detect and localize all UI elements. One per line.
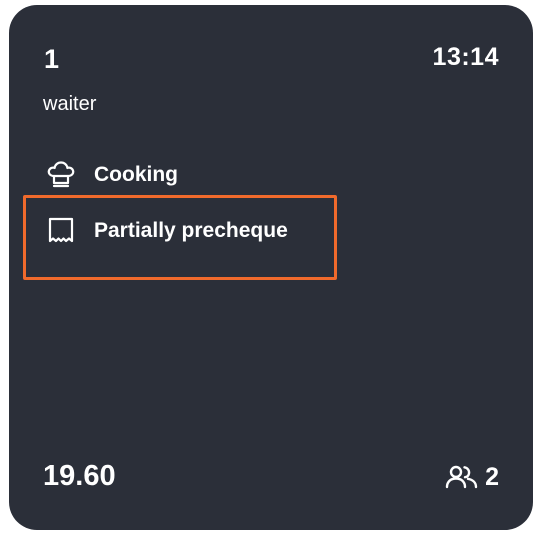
highlight-box <box>23 195 337 280</box>
guest-count-value: 2 <box>485 462 499 491</box>
users-icon <box>445 464 479 490</box>
status-label: Cooking <box>94 162 178 186</box>
table-number: 1 <box>44 44 60 74</box>
order-total: 19.60 <box>43 460 116 492</box>
chef-hat-icon <box>43 156 79 192</box>
order-card[interactable]: 1 13:14 waiter Cooking Partially precheq… <box>9 5 533 530</box>
guest-count: 2 <box>445 464 499 490</box>
order-time: 13:14 <box>432 43 499 71</box>
status-cooking: Cooking <box>43 156 178 192</box>
waiter-name: waiter <box>43 93 97 115</box>
